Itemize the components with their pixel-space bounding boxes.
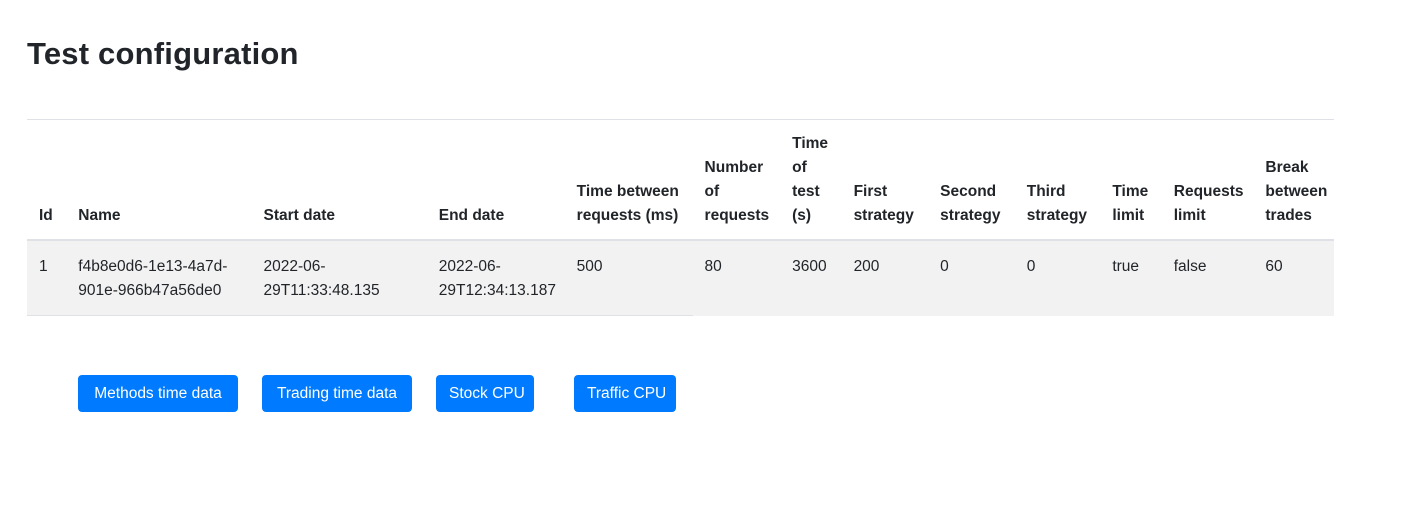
- column-header-time-limit: Time limit: [1100, 119, 1162, 241]
- column-header-time-of-test: Time of test (s): [780, 119, 842, 241]
- column-header-name: Name: [66, 119, 252, 241]
- column-header-break-between-trades: Break between trades: [1253, 119, 1334, 241]
- test-configuration-table: Id Name Start date End date Time between…: [27, 119, 1334, 316]
- methods-time-data-button[interactable]: Methods time data: [78, 375, 238, 412]
- cell-first-strategy: 200: [841, 240, 929, 316]
- column-header-second-strategy: Second strategy: [928, 119, 1015, 241]
- traffic-cpu-button[interactable]: Traffic CPU: [574, 375, 676, 412]
- cell-requests-limit: false: [1161, 240, 1254, 316]
- cell-name: f4b8e0d6-1e13-4a7d-901e-966b47a56de0: [66, 240, 252, 316]
- stock-cpu-button[interactable]: Stock CPU: [436, 375, 534, 412]
- trading-time-data-button[interactable]: Trading time data: [262, 375, 412, 412]
- cell-start-date: 2022-06-29T11:33:48.135: [251, 240, 427, 316]
- page-title: Test configuration: [27, 36, 299, 71]
- cell-break-between-trades: 60: [1253, 240, 1334, 316]
- cell-id: 1: [27, 240, 67, 316]
- cell-time-limit: true: [1100, 240, 1162, 316]
- cell-second-strategy: 0: [928, 240, 1015, 316]
- table-header-row: Id Name Start date End date Time between…: [27, 119, 1334, 241]
- cell-time-between-requests: 500: [564, 240, 693, 316]
- column-header-end-date: End date: [426, 119, 565, 241]
- column-header-time-between-requests: Time between requests (ms): [564, 119, 693, 241]
- table-row: 1 f4b8e0d6-1e13-4a7d-901e-966b47a56de0 2…: [27, 240, 1334, 316]
- column-header-id: Id: [27, 119, 67, 241]
- column-header-third-strategy: Third strategy: [1014, 119, 1101, 241]
- column-header-start-date: Start date: [251, 119, 427, 241]
- cell-number-of-requests: 80: [692, 240, 781, 316]
- cell-time-of-test: 3600: [780, 240, 842, 316]
- column-header-first-strategy: First strategy: [841, 119, 929, 241]
- column-header-number-of-requests: Number of requests: [692, 119, 781, 241]
- cell-end-date: 2022-06-29T12:34:13.187: [426, 240, 565, 316]
- cell-third-strategy: 0: [1014, 240, 1101, 316]
- column-header-requests-limit: Requests limit: [1161, 119, 1254, 241]
